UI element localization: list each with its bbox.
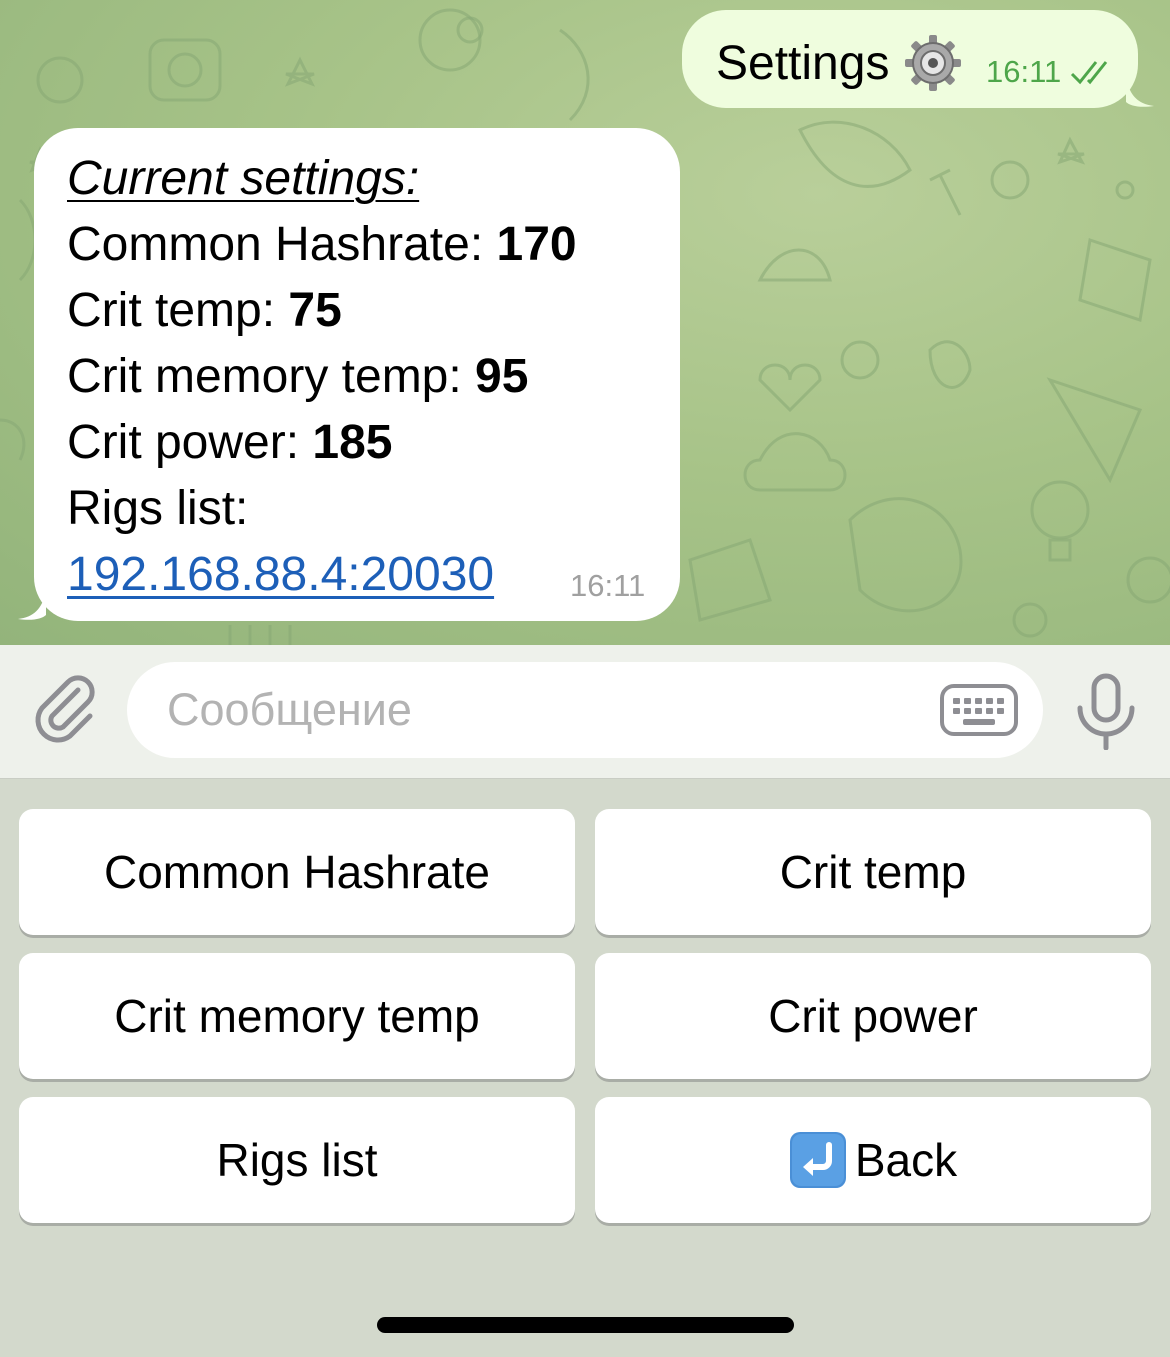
rigs-list-button[interactable]: Rigs list: [19, 1097, 575, 1223]
message-input[interactable]: Сообщение: [127, 662, 1043, 758]
setting-row: Crit power: 185: [67, 410, 577, 476]
outgoing-text: Settings: [716, 37, 890, 90]
setting-row: Crit temp: 75: [67, 278, 577, 344]
incoming-time: 16:11: [570, 568, 646, 603]
button-label: Crit temp: [779, 846, 967, 898]
home-indicator: [377, 1317, 794, 1333]
bubble-tail: [18, 591, 46, 620]
button-label: Common Hashrate: [103, 846, 491, 898]
keyboard-icon[interactable]: [939, 680, 1019, 740]
outgoing-time: 16:11: [986, 54, 1062, 89]
crit-power-button[interactable]: Crit power: [595, 953, 1151, 1079]
setting-label: Crit power:: [67, 416, 313, 469]
setting-value: 95: [475, 350, 529, 403]
button-label: Rigs list: [216, 1134, 378, 1186]
setting-row: Common Hashrate: 170: [67, 212, 577, 278]
gear-icon: [905, 35, 961, 91]
setting-label: Crit memory temp:: [67, 350, 476, 403]
incoming-message[interactable]: Current settings: Common Hashrate: 170 C…: [18, 128, 680, 621]
common-hashrate-button[interactable]: Common Hashrate: [19, 809, 575, 935]
paperclip-icon[interactable]: [28, 670, 104, 746]
message-placeholder: Сообщение: [167, 684, 412, 735]
settings-title: Current settings:: [67, 152, 420, 205]
rig-address-link[interactable]: 192.168.88.4:20030: [67, 548, 494, 601]
back-button[interactable]: Back: [595, 1097, 1151, 1223]
crit-memory-temp-button[interactable]: Crit memory temp: [19, 953, 575, 1079]
chat-area: Settings 16:11 Current settings: Common …: [0, 0, 1170, 645]
button-label: Crit memory temp: [114, 990, 480, 1042]
setting-label: Crit temp:: [67, 284, 289, 337]
setting-row: Crit memory temp: 95: [67, 344, 577, 410]
setting-value: 185: [312, 416, 393, 469]
bot-keyboard: Common Hashrate Crit temp Crit memory te…: [0, 779, 1170, 1357]
microphone-icon[interactable]: [1074, 672, 1138, 750]
setting-value: 170: [496, 218, 577, 271]
return-arrow-icon: [789, 1132, 846, 1188]
rigs-list-label: Rigs list:: [67, 482, 249, 535]
button-label: Crit power: [768, 990, 978, 1042]
setting-label: Common Hashrate:: [67, 218, 497, 271]
double-check-icon: [1070, 61, 1108, 85]
outgoing-message[interactable]: Settings 16:11: [682, 10, 1154, 108]
crit-temp-button[interactable]: Crit temp: [595, 809, 1151, 935]
setting-value: 75: [288, 284, 342, 337]
settings-list: Current settings: Common Hashrate: 170 C…: [67, 146, 577, 608]
bubble-tail: [1126, 78, 1154, 107]
button-label: Back: [854, 1134, 958, 1186]
